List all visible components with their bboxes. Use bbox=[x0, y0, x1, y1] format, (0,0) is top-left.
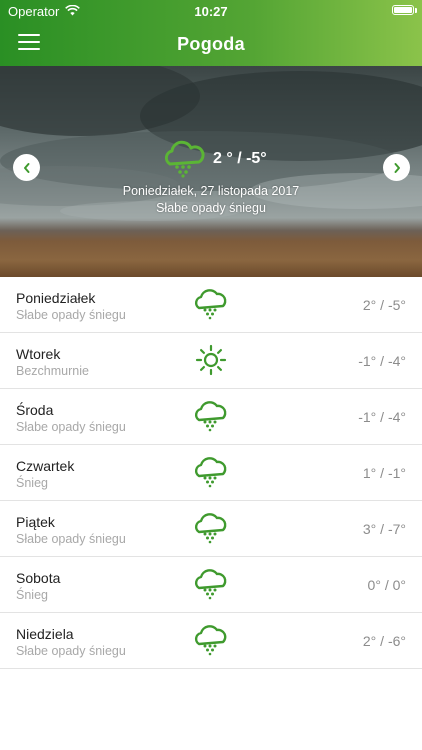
day-name: Poniedziałek bbox=[16, 290, 96, 306]
next-day-button[interactable] bbox=[383, 154, 410, 181]
forecast-row[interactable]: Niedziela Słabe opady śniegu 2° / -6° bbox=[0, 613, 422, 669]
temperature-range: 2° / -5° bbox=[362, 297, 406, 313]
day-name: Sobota bbox=[16, 570, 61, 586]
snow-cloud-icon bbox=[194, 457, 227, 488]
temperature-range: -1° / -4° bbox=[358, 409, 406, 425]
condition-text: Bezchmurnie bbox=[16, 364, 89, 378]
condition-text: Słabe opady śniegu bbox=[16, 644, 126, 658]
condition-text: Słabe opady śniegu bbox=[16, 532, 126, 546]
previous-day-button[interactable] bbox=[13, 154, 40, 181]
forecast-row[interactable]: Czwartek Śnieg 1° / -1° bbox=[0, 445, 422, 501]
header: Operator 10:27 Pogoda bbox=[0, 0, 422, 66]
snow-cloud-icon bbox=[194, 289, 227, 320]
forecast-list: Poniedziałek Słabe opady śniegu 2° / -5°… bbox=[0, 277, 422, 669]
snow-cloud-icon bbox=[194, 625, 227, 656]
snow-cloud-icon bbox=[194, 569, 227, 600]
temperature-range: 3° / -7° bbox=[362, 521, 406, 537]
forecast-row[interactable]: Piątek Słabe opady śniegu 3° / -7° bbox=[0, 501, 422, 557]
status-bar: Operator 10:27 bbox=[0, 0, 422, 22]
condition-text: Śnieg bbox=[16, 476, 48, 490]
day-name: Piątek bbox=[16, 514, 55, 530]
sun-icon bbox=[195, 344, 227, 376]
forecast-row[interactable]: Sobota Śnieg 0° / 0° bbox=[0, 557, 422, 613]
page-title: Pogoda bbox=[177, 34, 245, 54]
hero-banner: 2 ° / -5° Poniedziałek, 27 listopada 201… bbox=[0, 66, 422, 277]
current-description: Słabe opady śniegu bbox=[156, 201, 266, 215]
clock: 10:27 bbox=[194, 4, 228, 19]
day-name: Niedziela bbox=[16, 626, 74, 642]
temperature-range: -1° / -4° bbox=[358, 353, 406, 369]
forecast-row[interactable]: Wtorek Bezchmurnie -1° / -4° bbox=[0, 333, 422, 389]
battery-icon bbox=[392, 5, 414, 15]
temperature-range: 2° / -6° bbox=[362, 633, 406, 649]
snow-cloud-icon bbox=[164, 140, 205, 178]
chevron-right-icon bbox=[394, 162, 400, 173]
current-temperature: 2 ° / -5° bbox=[213, 150, 267, 167]
temperature-range: 0° / 0° bbox=[367, 577, 406, 593]
chevron-left-icon bbox=[23, 162, 29, 173]
forecast-row[interactable]: Środa Słabe opady śniegu -1° / -4° bbox=[0, 389, 422, 445]
battery-tip bbox=[415, 8, 417, 13]
forecast-row[interactable]: Poniedziałek Słabe opady śniegu 2° / -5° bbox=[0, 277, 422, 333]
temperature-range: 1° / -1° bbox=[362, 465, 406, 481]
day-name: Wtorek bbox=[16, 346, 61, 362]
current-date: Poniedziałek, 27 listopada 2017 bbox=[122, 184, 300, 198]
day-name: Czwartek bbox=[16, 458, 75, 474]
condition-text: Słabe opady śniegu bbox=[16, 308, 126, 322]
snow-cloud-icon bbox=[194, 401, 227, 432]
condition-text: Słabe opady śniegu bbox=[16, 420, 126, 434]
condition-text: Śnieg bbox=[16, 588, 48, 602]
snow-cloud-icon bbox=[194, 513, 227, 544]
day-name: Środa bbox=[16, 402, 54, 418]
